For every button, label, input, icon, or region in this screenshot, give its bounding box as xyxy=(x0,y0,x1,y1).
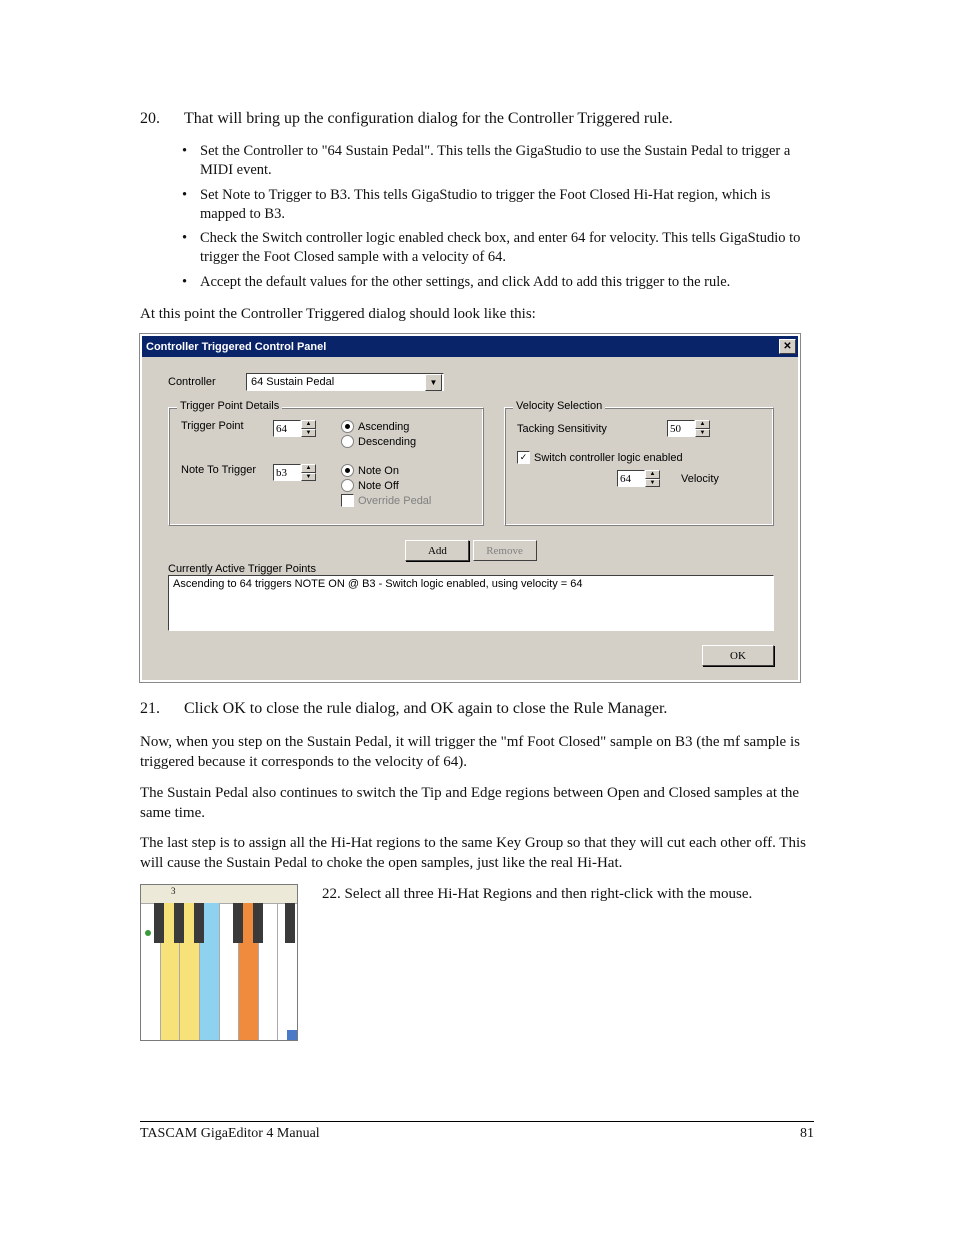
spin-up-icon[interactable]: ▲ xyxy=(301,420,316,429)
tacking-sensitivity-label: Tacking Sensitivity xyxy=(517,423,657,435)
trigger-point-value[interactable] xyxy=(273,420,301,437)
checkbox-icon xyxy=(341,494,354,507)
bullet: Set Note to Trigger to B3. This tells Gi… xyxy=(182,186,814,224)
note-to-trigger-stepper[interactable]: ▲▼ xyxy=(273,464,317,481)
spin-down-icon[interactable]: ▼ xyxy=(695,429,710,438)
lead-in-text: At this point the Controller Triggered d… xyxy=(140,304,814,324)
velocity-selection-legend: Velocity Selection xyxy=(513,400,605,412)
list-item[interactable]: Ascending to 64 triggers NOTE ON @ B3 - … xyxy=(173,578,769,590)
dialog-titlebar[interactable]: Controller Triggered Control Panel ✕ xyxy=(142,336,798,357)
velocity-stepper[interactable]: ▲▼ xyxy=(617,470,661,487)
page-footer: TASCAM GigaEditor 4 Manual 81 xyxy=(140,1121,814,1142)
step-20-number: 20. xyxy=(140,110,184,128)
bullet: Check the Switch controller logic enable… xyxy=(182,229,814,267)
radio-dot-icon xyxy=(341,420,354,433)
step-22-text: 22. Select all three Hi-Hat Regions and … xyxy=(322,884,814,904)
radio-descending[interactable]: Descending xyxy=(341,435,416,448)
check-override-pedal: Override Pedal xyxy=(341,494,431,507)
trigger-point-stepper[interactable]: ▲▼ xyxy=(273,420,317,437)
add-button[interactable]: Add xyxy=(405,540,469,561)
paragraph: The Sustain Pedal also continues to swit… xyxy=(140,783,814,824)
radio-ascending[interactable]: Ascending xyxy=(341,420,416,433)
paragraph: The last step is to assign all the Hi-Ha… xyxy=(140,833,814,874)
controller-triggered-dialog: Controller Triggered Control Panel ✕ Con… xyxy=(140,334,800,682)
trigger-point-legend: Trigger Point Details xyxy=(177,400,282,412)
check-switch-logic[interactable]: ✓ Switch controller logic enabled xyxy=(517,451,761,464)
footer-left: TASCAM GigaEditor 4 Manual xyxy=(140,1126,320,1142)
controller-value: 64 Sustain Pedal xyxy=(251,376,334,388)
ok-button[interactable]: OK xyxy=(702,645,774,666)
footer-page-number: 81 xyxy=(800,1126,814,1142)
controller-label: Controller xyxy=(168,376,246,388)
note-to-trigger-label: Note To Trigger xyxy=(181,464,263,476)
spin-down-icon[interactable]: ▼ xyxy=(301,429,316,438)
octave-marker: 3 xyxy=(171,886,176,896)
resize-handle-icon xyxy=(287,1030,297,1040)
keyboard-region-image: 3 xyxy=(140,884,298,1041)
velocity-value[interactable] xyxy=(617,470,645,487)
spin-down-icon[interactable]: ▼ xyxy=(645,479,660,488)
chevron-down-icon[interactable]: ▼ xyxy=(425,374,442,391)
active-trigger-points-list[interactable]: Ascending to 64 triggers NOTE ON @ B3 - … xyxy=(168,575,774,631)
velocity-selection-group: Velocity Selection Tacking Sensitivity ▲… xyxy=(504,407,774,526)
trigger-point-details-group: Trigger Point Details Trigger Point ▲▼ A… xyxy=(168,407,484,526)
bullet: Set the Controller to "64 Sustain Pedal"… xyxy=(182,142,814,180)
tacking-sensitivity-value[interactable] xyxy=(667,420,695,437)
spin-up-icon[interactable]: ▲ xyxy=(695,420,710,429)
radio-note-on[interactable]: Note On xyxy=(341,464,431,477)
radio-note-off[interactable]: Note Off xyxy=(341,479,431,492)
checkbox-icon: ✓ xyxy=(517,451,530,464)
note-to-trigger-value[interactable] xyxy=(273,464,301,481)
radio-dot-icon xyxy=(341,464,354,477)
dialog-title: Controller Triggered Control Panel xyxy=(146,341,326,353)
trigger-point-label: Trigger Point xyxy=(181,420,263,432)
step-21-text: Click OK to close the rule dialog, and O… xyxy=(184,700,814,718)
tacking-sensitivity-stepper[interactable]: ▲▼ xyxy=(667,420,711,437)
paragraph: Now, when you step on the Sustain Pedal,… xyxy=(140,732,814,773)
spin-down-icon[interactable]: ▼ xyxy=(301,473,316,482)
step-20-bullets: Set the Controller to "64 Sustain Pedal"… xyxy=(182,142,814,292)
radio-dot-icon xyxy=(341,435,354,448)
step-21: 21. Click OK to close the rule dialog, a… xyxy=(140,700,814,718)
velocity-label: Velocity xyxy=(681,473,719,485)
step-21-number: 21. xyxy=(140,700,184,718)
spin-up-icon[interactable]: ▲ xyxy=(301,464,316,473)
bullet: Accept the default values for the other … xyxy=(182,273,814,292)
remove-button: Remove xyxy=(473,540,537,561)
step-20: 20. That will bring up the configuration… xyxy=(140,110,814,128)
step-20-text: That will bring up the configuration dia… xyxy=(184,110,814,128)
active-trigger-points-label: Currently Active Trigger Points xyxy=(168,563,774,575)
close-icon[interactable]: ✕ xyxy=(779,339,796,354)
spin-up-icon[interactable]: ▲ xyxy=(645,470,660,479)
controller-combo[interactable]: 64 Sustain Pedal ▼ xyxy=(246,373,444,391)
radio-dot-icon xyxy=(341,479,354,492)
